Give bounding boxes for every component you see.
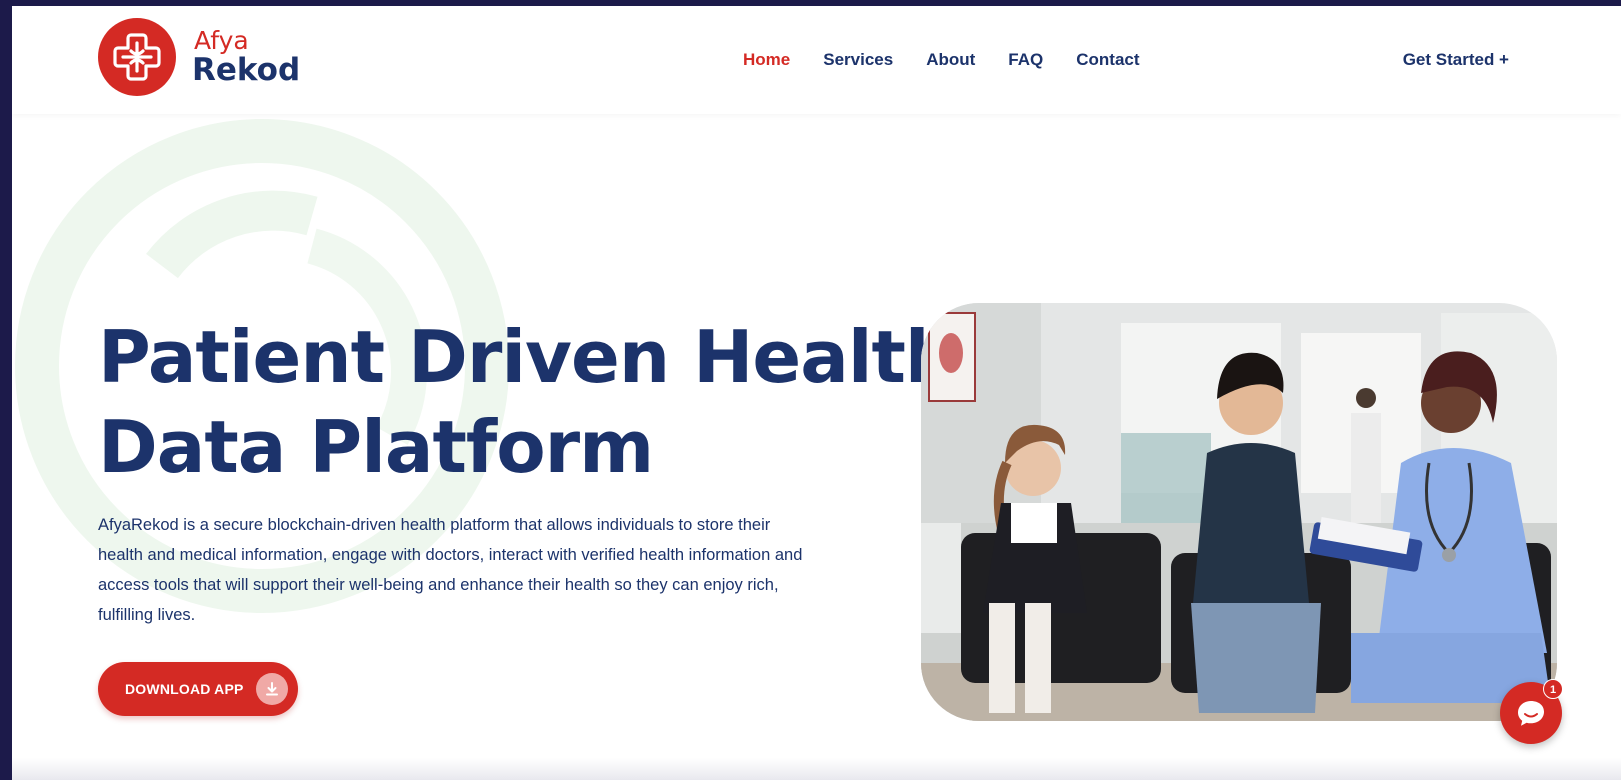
nav-home[interactable]: Home [743,50,790,70]
hero-photo [921,303,1557,721]
chat-bubble-icon [1518,701,1544,726]
chat-unread-badge: 1 [1543,679,1563,699]
brand-logo[interactable]: Afya Rekod [98,18,300,96]
logo-mark-icon [98,18,176,96]
page-bottom-shade [12,758,1621,780]
logo-word-rekod: Rekod [192,52,301,88]
site-header: Afya Rekod Home Services About FAQ Conta… [12,6,1621,114]
hero-description: AfyaRekod is a secure blockchain-driven … [98,516,803,624]
hero-title-line1: Patient Driven Health [98,315,956,399]
download-app-button[interactable]: DOWNLOAD APP [98,662,298,716]
hero-title: Patient Driven Health Data Platform [98,312,958,492]
logo-word-afya: Afya [194,26,249,55]
hero-title-line2: Data Platform [98,405,654,489]
get-started-link[interactable]: Get Started + [1403,50,1509,70]
download-icon [256,673,288,705]
nav-about[interactable]: About [926,50,975,70]
page: Afya Rekod Home Services About FAQ Conta… [12,6,1621,780]
nav-contact[interactable]: Contact [1076,50,1139,70]
download-app-label: DOWNLOAD APP [125,681,244,697]
main-nav: Home Services About FAQ Contact [743,50,1173,70]
nav-faq[interactable]: FAQ [1008,50,1043,70]
nav-services[interactable]: Services [823,50,893,70]
